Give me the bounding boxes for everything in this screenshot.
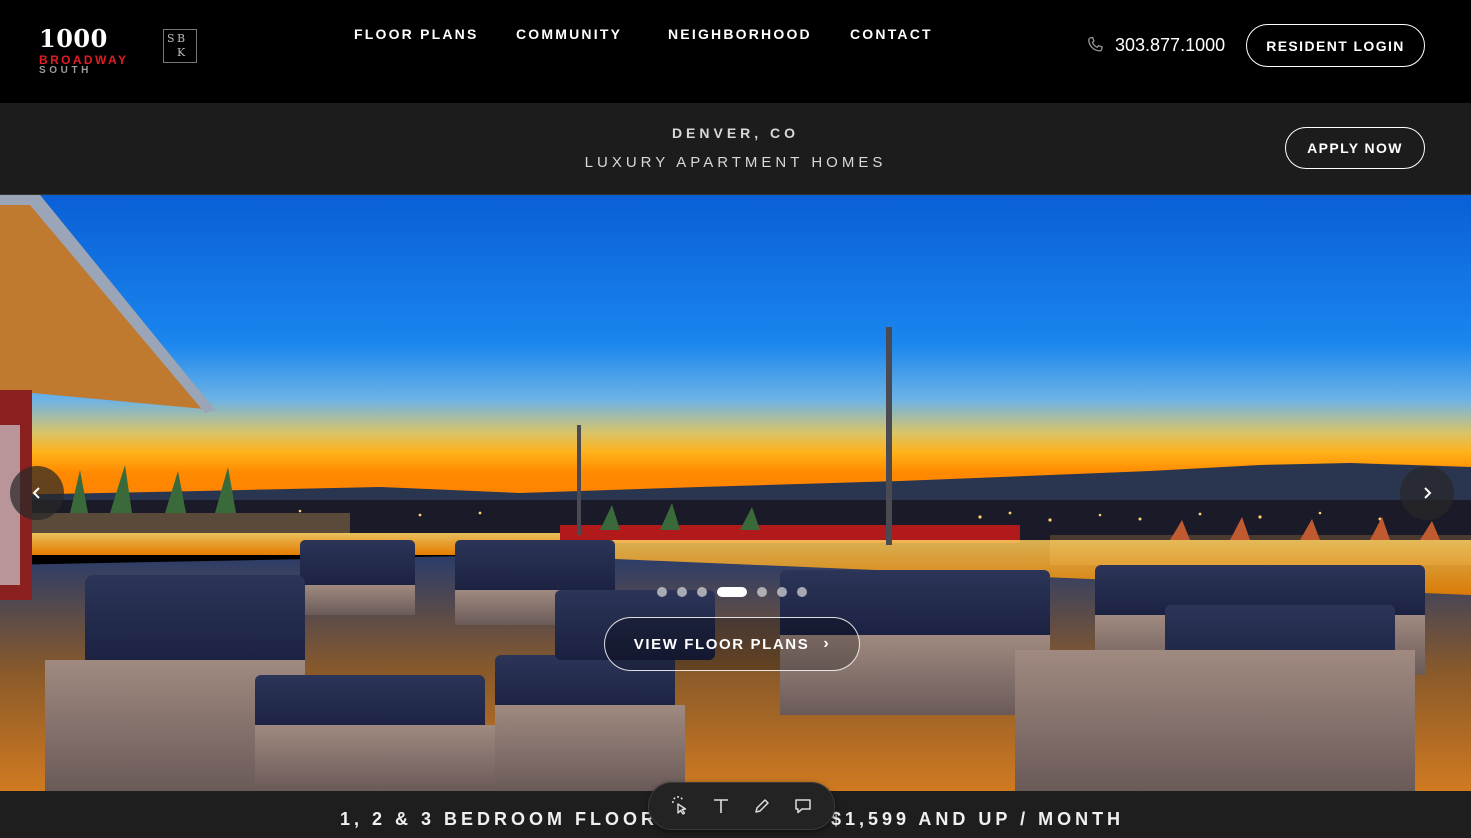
tagline: LUXURY APARTMENT HOMES: [584, 154, 887, 171]
slider-dot[interactable]: [797, 587, 807, 597]
nav-neighborhood[interactable]: NEIGHBORHOOD: [668, 26, 812, 42]
sbk-logo-mark: S B K: [163, 29, 197, 63]
logo[interactable]: 1000 BROADWAY SOUTH: [39, 27, 149, 79]
slider-dot[interactable]: [757, 587, 767, 597]
slider-dot[interactable]: [697, 587, 707, 597]
text-icon: [713, 799, 728, 813]
site-header: 1000 BROADWAY SOUTH S B K FLOOR PLANS CO…: [0, 0, 1471, 103]
view-floor-plans-label: VIEW FLOOR PLANS: [633, 635, 810, 653]
slider-dot[interactable]: [677, 587, 687, 597]
city-label: DENVER, CO: [671, 125, 800, 141]
bedroom-floorplans-text: 1, 2 & 3 BEDROOM FLOORP: [340, 809, 675, 829]
phone-link[interactable]: 303.877.1000: [1085, 34, 1225, 56]
sub-header: DENVER, CO LUXURY APARTMENT HOMES APPLY …: [0, 103, 1471, 195]
nav-floor-plans[interactable]: FLOOR PLANS: [354, 26, 479, 42]
slider-dot-active[interactable]: [717, 587, 747, 597]
slider-dots: [657, 587, 817, 597]
text-tool-button[interactable]: [707, 792, 735, 820]
pen-tool-button[interactable]: [748, 792, 776, 820]
resident-login-button[interactable]: RESIDENT LOGIN: [1246, 24, 1425, 67]
select-icon: [671, 796, 686, 815]
price-text: $1,599 AND UP / MONTH: [831, 809, 1125, 829]
logo-line-south: SOUTH: [39, 65, 92, 76]
view-floor-plans-button[interactable]: VIEW FLOOR PLANS ›: [604, 617, 860, 671]
slider-prev-button[interactable]: [10, 466, 64, 520]
logo-number: 1000: [39, 24, 108, 53]
nav-contact[interactable]: CONTACT: [850, 26, 933, 42]
nav-community[interactable]: COMMUNITY: [516, 26, 622, 42]
select-tool-button[interactable]: [666, 792, 694, 820]
slider-dot[interactable]: [777, 587, 787, 597]
hero-image: [0, 195, 1471, 791]
hero-slider: VIEW FLOOR PLANS ›: [0, 195, 1471, 791]
apply-now-button[interactable]: APPLY NOW: [1285, 127, 1425, 169]
slider-dot[interactable]: [657, 587, 667, 597]
pen-icon: [755, 799, 769, 813]
slider-next-button[interactable]: [1400, 466, 1454, 520]
phone-icon: [1088, 36, 1103, 52]
chevron-left-icon: [32, 487, 40, 499]
phone-number: 303.877.1000: [1115, 34, 1226, 55]
annotation-toolbar: [648, 782, 835, 830]
comment-tool-button[interactable]: [789, 792, 817, 820]
comment-icon: [795, 799, 812, 814]
chevron-right-icon: ›: [823, 635, 831, 652]
chevron-right-icon: [1424, 487, 1432, 499]
